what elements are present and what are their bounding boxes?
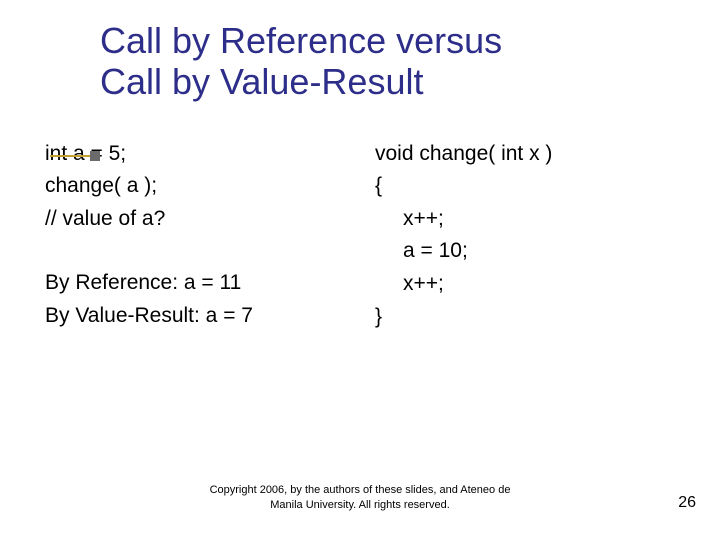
- content-area: int a = 5; change( a ); // value of a? B…: [45, 138, 680, 333]
- code-line: a = 10;: [403, 235, 675, 268]
- slide: Call by Reference versus Call by Value-R…: [0, 0, 720, 540]
- slide-title-line2: Call by Value-Result: [100, 61, 680, 102]
- result-lines: By Reference: a = 11 By Value-Result: a …: [45, 267, 365, 332]
- code-line: // value of a?: [45, 203, 365, 236]
- title-block: Call by Reference versus Call by Value-R…: [100, 20, 680, 103]
- right-column: void change( int x ) { x++; a = 10; x++;…: [375, 138, 675, 333]
- code-line: }: [375, 301, 675, 334]
- accent-square: [90, 151, 100, 161]
- code-line: x++;: [403, 268, 675, 301]
- slide-title-line1: Call by Reference versus: [100, 20, 680, 61]
- footer-copyright: Copyright 2006, by the authors of these …: [0, 483, 720, 512]
- footer-line1: Copyright 2006, by the authors of these …: [0, 483, 720, 497]
- code-line: {: [375, 170, 675, 203]
- code-line: x++;: [403, 203, 675, 236]
- code-line: void change( int x ): [375, 138, 675, 171]
- footer-line2: Manila University. All rights reserved.: [0, 498, 720, 512]
- page-number: 26: [678, 494, 696, 512]
- result-value-result: By Value-Result: a = 7: [45, 300, 365, 333]
- result-reference: By Reference: a = 11: [45, 267, 365, 300]
- accent-line: [50, 155, 90, 157]
- code-line: change( a );: [45, 170, 365, 203]
- left-column: int a = 5; change( a ); // value of a? B…: [45, 138, 365, 333]
